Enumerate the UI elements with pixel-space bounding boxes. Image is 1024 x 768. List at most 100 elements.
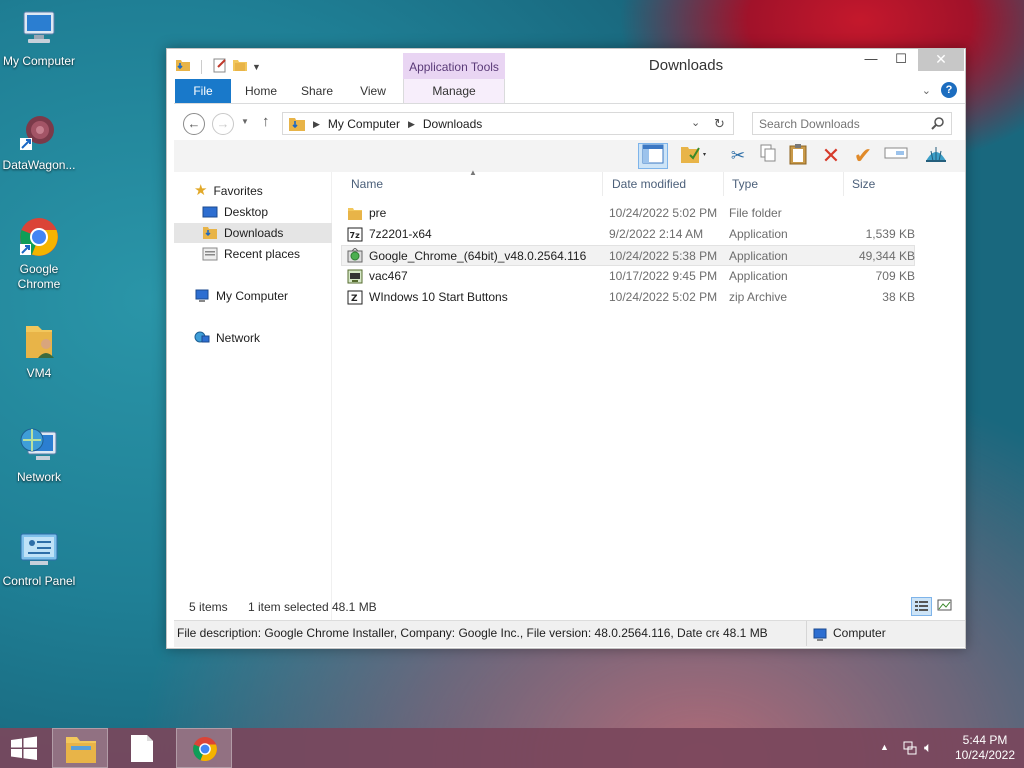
command-toolbar: ✂ ✕ ✔ [174, 140, 965, 172]
up-arrow-icon[interactable]: ↑ [262, 113, 270, 130]
search-icon[interactable] [931, 116, 945, 133]
downloads-folder-icon [288, 116, 306, 135]
desktop-icon-my-computer[interactable]: My Computer [0, 8, 78, 69]
file-name: pre [369, 206, 387, 220]
column-header-size[interactable]: Size [844, 172, 920, 196]
shell-icon[interactable] [922, 143, 950, 169]
title-bar[interactable]: ▼ Application Tools Downloads [167, 49, 965, 80]
forward-button[interactable]: → [212, 113, 234, 135]
tab-home[interactable]: Home [236, 79, 286, 103]
nav-label: Recent places [224, 247, 301, 261]
selection-count: 1 item selected [248, 600, 329, 614]
delete-icon[interactable]: ✕ [817, 143, 845, 169]
file-date: 10/24/2022 5:02 PM [609, 290, 718, 304]
address-dropdown-icon[interactable]: ⌄ [691, 116, 700, 129]
folder-options-button[interactable] [676, 143, 712, 169]
file-type: Application [729, 249, 788, 263]
nav-item-recent-places[interactable]: Recent places [202, 244, 300, 264]
computer-zone-icon [812, 626, 828, 651]
file-type: Application [729, 269, 788, 283]
column-header-name[interactable]: Name [343, 172, 603, 196]
breadcrumb-chevron-icon[interactable]: ▶ [313, 119, 320, 130]
nav-item-desktop[interactable]: Desktop [202, 202, 268, 222]
file-size: 1,539 KB [865, 227, 915, 241]
rename-icon[interactable] [882, 143, 910, 169]
file-name: 7z2201-x64 [369, 227, 432, 241]
tab-file[interactable]: File [175, 79, 231, 103]
back-button[interactable]: ← [183, 113, 205, 135]
taskbar-notepad[interactable] [114, 728, 170, 768]
taskbar-file-explorer[interactable] [52, 728, 108, 768]
nav-label: Desktop [224, 205, 269, 219]
paste-icon[interactable] [784, 143, 812, 169]
details-view-button[interactable] [911, 597, 932, 616]
desktop-icon-network[interactable]: Network [0, 424, 78, 485]
nav-item-downloads[interactable]: Downloads [174, 223, 332, 243]
explorer-window: ▼ Application Tools Downloads — ☐ ✕ File… [166, 48, 966, 649]
address-bar[interactable]: ▶ My Computer ▶ Downloads ⌄ [282, 112, 734, 135]
taskbar-chrome[interactable] [176, 728, 232, 768]
nav-label: My Computer [216, 289, 289, 303]
network-status-icon[interactable] [902, 740, 918, 759]
clock[interactable]: 5:44 PM 10/24/2022 [950, 733, 1020, 763]
chrome-icon [193, 737, 217, 762]
column-header-type[interactable]: Type [724, 172, 844, 196]
desktop-icon-datawagon[interactable]: DataWagon... [0, 112, 78, 173]
details-bar: File description: Google Chrome Installe… [174, 620, 965, 647]
nav-favorites[interactable]: ★ Favorites [194, 181, 263, 201]
file-row[interactable]: pre 10/24/2022 5:02 PM File folder [343, 203, 915, 224]
cut-icon[interactable]: ✂ [724, 143, 752, 169]
breadcrumb-chevron-icon[interactable]: ▶ [408, 119, 415, 130]
preview-pane-icon [642, 144, 664, 164]
file-row-selected[interactable]: Google_Chrome_(64bit)_v48.0.2564.116 10/… [341, 245, 915, 266]
show-hidden-icons[interactable]: ▲ [880, 742, 889, 752]
downloads-folder-icon [202, 226, 218, 240]
installer-icon [347, 247, 363, 263]
breadcrumb-my-computer[interactable]: My Computer [328, 117, 400, 131]
expand-ribbon-icon[interactable]: ⌄ [922, 84, 931, 97]
tab-manage[interactable]: Manage [403, 79, 505, 103]
desktop-icon-control-panel[interactable]: Control Panel [0, 528, 78, 589]
desktop-icon-vm4[interactable]: VM4 [0, 320, 78, 381]
refresh-button[interactable]: ↻ [706, 112, 734, 135]
file-row[interactable]: Z WIndows 10 Start Buttons 10/24/2022 5:… [343, 287, 915, 308]
large-icons-view-button[interactable] [935, 597, 956, 616]
file-name: Google_Chrome_(64bit)_v48.0.2564.116 [369, 249, 587, 263]
chrome-icon [18, 216, 60, 258]
close-button[interactable]: ✕ [918, 49, 964, 71]
copy-icon[interactable] [754, 143, 782, 169]
breadcrumb-downloads[interactable]: Downloads [423, 117, 482, 131]
folder-check-icon [681, 147, 706, 163]
desktop-icon-label: VM4 [26, 366, 52, 380]
search-input[interactable] [759, 114, 929, 134]
nav-item-my-computer[interactable]: My Computer [194, 286, 288, 306]
refresh-icon: ↻ [714, 116, 725, 131]
maximize-button[interactable]: ☐ [886, 49, 916, 71]
volume-icon[interactable]: 🔈︎ [924, 739, 932, 756]
7zip-icon: 7z [347, 227, 363, 242]
select-check-icon[interactable]: ✔ [849, 143, 877, 169]
file-explorer-icon [66, 737, 96, 763]
file-size: 38 KB [882, 290, 915, 304]
minimize-button-2[interactable]: — [856, 49, 886, 71]
file-size: 709 KB [875, 269, 915, 283]
back-arrow-icon: ← [187, 116, 201, 131]
help-icon[interactable]: ? [941, 82, 957, 98]
app-icon [347, 269, 363, 284]
desktop-icon-label: My Computer [2, 54, 76, 68]
desktop-icon-google-chrome[interactable]: Google Chrome [0, 216, 78, 292]
start-button[interactable] [0, 728, 48, 768]
nav-item-network[interactable]: Network [194, 328, 260, 348]
file-date: 10/24/2022 5:02 PM [609, 206, 718, 220]
column-header-date[interactable]: Date modified [604, 172, 724, 196]
network-icon [194, 331, 210, 345]
desktop-icon-label: Control Panel [2, 574, 76, 588]
tab-share[interactable]: Share [292, 79, 342, 103]
file-row[interactable]: 7z 7z2201-x64 9/2/2022 2:14 AM Applicati… [343, 224, 915, 245]
tab-view[interactable]: View [348, 79, 398, 103]
preview-pane-button[interactable] [638, 143, 668, 169]
recent-locations-icon[interactable]: ▼ [241, 117, 249, 126]
windows-logo-icon [11, 736, 37, 760]
file-type: File folder [729, 206, 782, 220]
file-row[interactable]: vac467 10/17/2022 9:45 PM Application 70… [343, 266, 915, 287]
